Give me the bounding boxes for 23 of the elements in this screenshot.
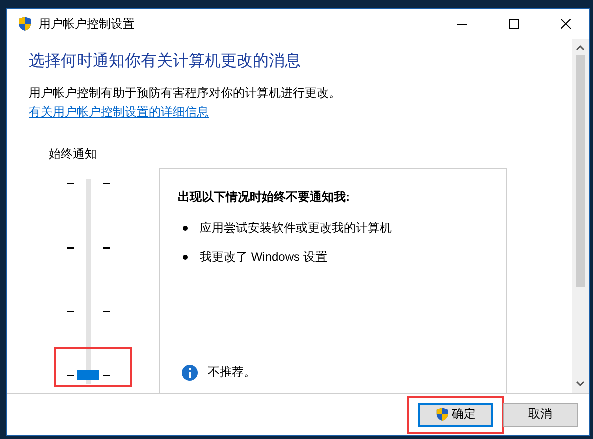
description-text: 用户帐户控制有助于预防有害程序对你的计算机进行更改。: [29, 85, 342, 102]
slider-top-label: 始终通知: [49, 146, 98, 163]
shield-icon: [17, 16, 33, 32]
scrollbar[interactable]: [572, 39, 589, 393]
window-title: 用户帐户控制设置: [39, 16, 136, 32]
bullet-text: 应用尝试安装软件或更改我的计算机: [200, 220, 392, 237]
bullet-icon: [183, 255, 188, 260]
scroll-up-icon: [576, 45, 585, 51]
page-heading: 选择何时通知你有关计算机更改的消息: [29, 52, 302, 72]
panel-title: 出现以下情况时始终不要通知我:: [178, 189, 351, 206]
scrollbar-thumb[interactable]: [576, 55, 585, 287]
note-text: 不推荐。: [208, 364, 256, 381]
details-link[interactable]: 有关用户帐户控制设置的详细信息: [29, 104, 209, 121]
cancel-button[interactable]: 取消: [503, 402, 578, 426]
scroll-down-icon: [576, 381, 585, 387]
shield-icon: [435, 407, 450, 422]
maximize-icon: [509, 19, 519, 29]
bullet-text: 我更改了 Windows 设置: [200, 249, 328, 266]
slider-thumb[interactable]: [77, 370, 99, 380]
info-icon: [182, 364, 198, 380]
bullet-icon: [183, 226, 188, 231]
ok-button[interactable]: 确定: [418, 402, 493, 426]
close-icon: [561, 19, 571, 29]
